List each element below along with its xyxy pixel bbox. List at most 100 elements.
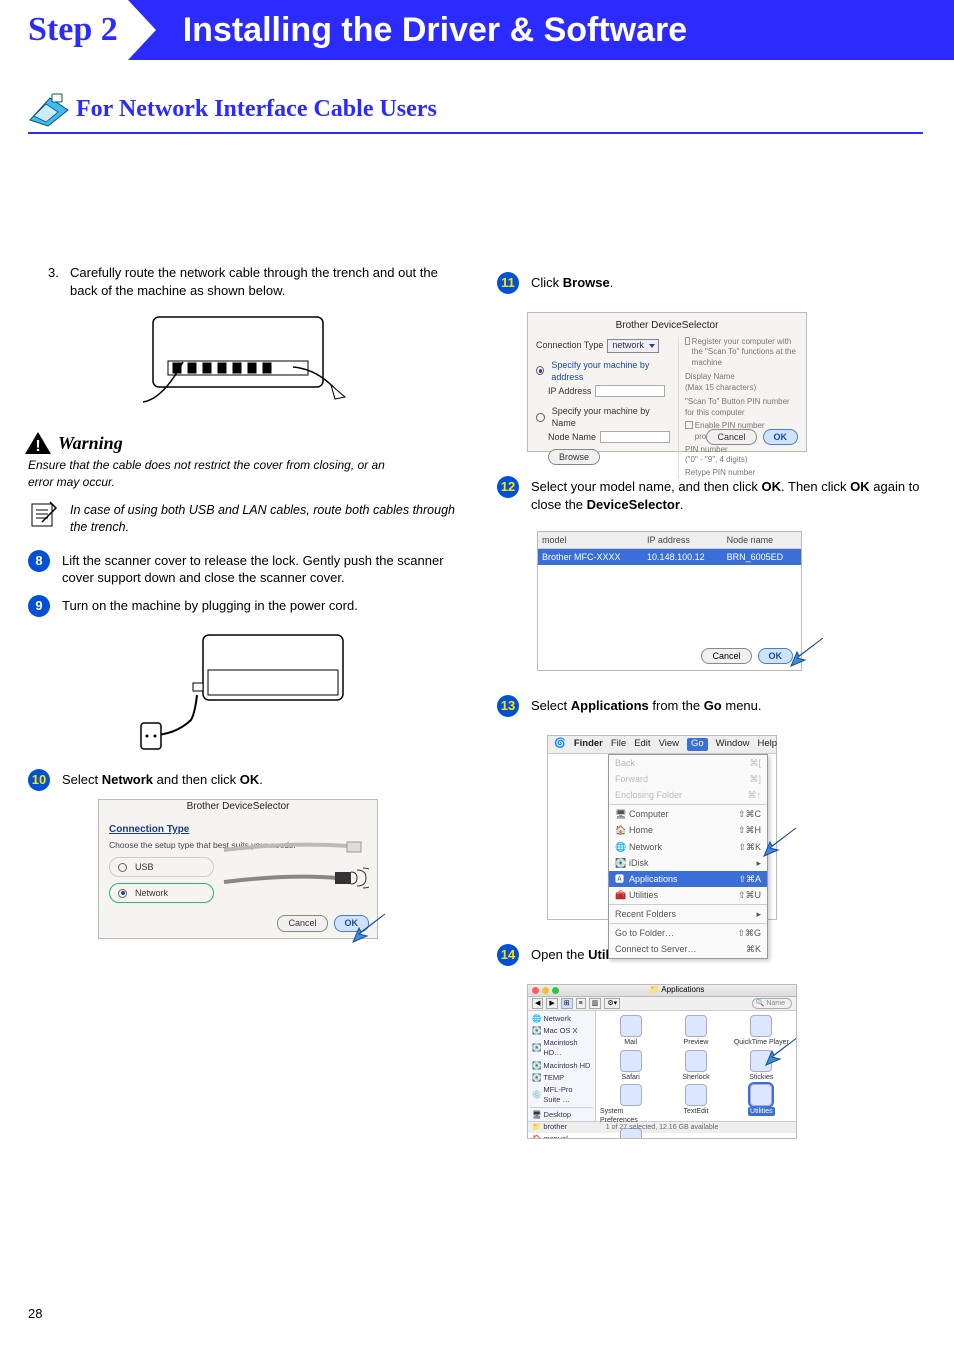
model-list-dialog: modelIP addressNode name Brother MFC-XXX… <box>537 531 802 671</box>
bullet-9: 9 <box>28 595 50 617</box>
step-tab: Step 2 <box>0 0 128 60</box>
menu-edit[interactable]: Edit <box>634 738 650 751</box>
right-column: 11 Click Browse. Brother DeviceSelector … <box>497 264 926 1143</box>
s10-p2: and then click <box>153 772 240 787</box>
apple-icon: 🌀 <box>554 738 566 751</box>
app-utilities[interactable]: Utilities <box>731 1084 792 1126</box>
ds-node-input[interactable] <box>600 431 670 443</box>
sb-desktop[interactable]: 🖥Desktop <box>530 1109 593 1121</box>
ml-h3: Node name <box>723 532 801 549</box>
numbered-step-3: 3. Carefully route the network cable thr… <box>28 264 457 299</box>
power-cord-illustration <box>133 625 353 755</box>
nav-fwd-icon[interactable]: ▶ <box>546 998 557 1009</box>
app-sysprefs[interactable]: System Preferences <box>600 1084 661 1126</box>
radio-icon[interactable] <box>536 413 545 422</box>
go-computer[interactable]: 🖥Computer⇧⌘C <box>609 806 767 822</box>
s11-p1: Click <box>531 275 563 290</box>
radio-checked-icon <box>118 889 127 898</box>
step-9-text: Turn on the machine by plugging in the p… <box>62 595 457 615</box>
step-number: 3. <box>48 264 70 299</box>
step-text: Carefully route the network cable throug… <box>70 264 457 299</box>
conn-title: Brother DeviceSelector <box>99 800 377 814</box>
ds-dispname: Display Name <box>685 372 798 383</box>
step-9: 9 Turn on the machine by plugging in the… <box>28 595 457 617</box>
app-mail[interactable]: Mail <box>600 1015 661 1047</box>
conn-cancel-button[interactable]: Cancel <box>277 915 327 931</box>
sb-network[interactable]: 🌐Network <box>530 1013 593 1025</box>
sb-temp[interactable]: 💽TEMP <box>530 1072 593 1084</box>
go-idisk[interactable]: 💽iDisk▸ <box>609 855 767 871</box>
go-gotofolder[interactable]: Go to Folder…⇧⌘G <box>609 925 767 941</box>
s11-b1: Browse <box>563 275 610 290</box>
ds-title: Brother DeviceSelector <box>536 319 798 333</box>
opt-net-label: Network <box>135 887 168 899</box>
close-icon[interactable] <box>532 987 539 994</box>
go-recent[interactable]: Recent Folders▸ <box>609 906 767 922</box>
app-sherlock[interactable]: Sherlock <box>665 1050 726 1082</box>
view-list-button[interactable]: ≡ <box>576 998 586 1009</box>
conn-opt-usb[interactable]: USB <box>109 857 214 877</box>
app-preview[interactable]: Preview <box>665 1015 726 1047</box>
ml-h1: model <box>538 532 643 549</box>
go-connect[interactable]: Connect to Server…⌘K <box>609 941 767 957</box>
ds-cancel-button[interactable]: Cancel <box>706 429 756 445</box>
sb-brother[interactable]: 📁brother <box>530 1121 593 1133</box>
ds-browse-button[interactable]: Browse <box>548 449 600 465</box>
note-row: In case of using both USB and LAN cables… <box>28 500 457 536</box>
sb-macosx[interactable]: 💽Mac OS X <box>530 1025 593 1037</box>
menu-view[interactable]: View <box>659 738 679 751</box>
go-applications[interactable]: 🅰Applications⇧⌘A <box>609 871 767 887</box>
app-textedit[interactable]: TextEdit <box>665 1084 726 1126</box>
model-row-selected[interactable]: Brother MFC-XXXX10.148.100.12BRN_6005ED <box>538 549 801 566</box>
search-input[interactable]: 🔍 Name <box>752 998 792 1009</box>
menu-window[interactable]: Window <box>716 738 750 751</box>
ml-cancel-button[interactable]: Cancel <box>701 648 751 664</box>
action-gear-icon[interactable]: ⚙▾ <box>604 998 620 1009</box>
ds-maxchars: (Max 15 characters) <box>685 383 798 394</box>
finder-window: 📁 Applications ◀ ▶ ⊞ ≡ ▥ ⚙▾ 🔍 Name 🌐Netw… <box>527 984 797 1139</box>
minimize-icon[interactable] <box>542 987 549 994</box>
s11-p2: . <box>610 275 614 290</box>
ds-ok-button[interactable]: OK <box>763 429 799 445</box>
s10-b1: Network <box>102 772 153 787</box>
ds-ip-input[interactable] <box>595 385 665 397</box>
ds-pin: PIN number <box>685 445 798 456</box>
menu-file[interactable]: File <box>611 738 626 751</box>
sb-hd2[interactable]: 💽Macintosh HD <box>530 1060 593 1072</box>
view-icon-button[interactable]: ⊞ <box>561 998 573 1009</box>
nav-back-icon[interactable]: ◀ <box>532 998 543 1009</box>
network-users-icon <box>28 90 70 128</box>
warning-icon: ! <box>24 431 52 455</box>
go-home[interactable]: 🏠Home⇧⌘H <box>609 822 767 838</box>
ds-retype: Retype PIN number <box>685 468 798 479</box>
radio-checked-icon[interactable] <box>536 366 544 375</box>
zoom-icon[interactable] <box>552 987 559 994</box>
model-table: modelIP addressNode name Brother MFC-XXX… <box>538 532 801 565</box>
sb-manual[interactable]: 🏠manual <box>530 1133 593 1139</box>
sb-mfl[interactable]: 💿MFL-Pro Suite … <box>530 1084 593 1106</box>
header-title: Installing the Driver & Software <box>128 0 687 60</box>
arrow-cue-icon <box>758 1035 797 1067</box>
page-number: 28 <box>28 1306 42 1321</box>
bullet-11: 11 <box>497 272 519 294</box>
conn-opt-network[interactable]: Network <box>109 883 214 903</box>
step-10-text: Select Network and then click OK. <box>62 769 457 789</box>
go-enclosing: Enclosing Folder⌘↑ <box>609 787 767 803</box>
go-dropdown: Back⌘[ Forward⌘] Enclosing Folder⌘↑ 🖥Com… <box>608 754 768 959</box>
view-col-button[interactable]: ▥ <box>589 998 602 1009</box>
step-12-text: Select your model name, and then click O… <box>531 476 926 513</box>
cable-routing-illustration <box>113 307 373 417</box>
go-network[interactable]: 🌐Network⇧⌘K <box>609 839 767 855</box>
menu-finder[interactable]: Finder <box>574 738 603 751</box>
go-menu-screenshot: 🌀 Finder File Edit View Go Window Help B… <box>547 735 777 920</box>
ds-conntype-select[interactable]: network <box>607 339 659 353</box>
menu-help[interactable]: Help <box>757 738 777 751</box>
app-safari[interactable]: Safari <box>600 1050 661 1082</box>
ds-by-address: Specify your machine by address <box>551 359 672 383</box>
go-utilities[interactable]: 🧰Utilities⇧⌘U <box>609 887 767 903</box>
ml-h2: IP address <box>643 532 723 549</box>
header-band: Step 2 Installing the Driver & Software <box>0 0 954 60</box>
sb-hd1[interactable]: 💽Macintosh HD… <box>530 1037 593 1059</box>
step-13: 13 Select Applications from the Go menu. <box>497 695 926 717</box>
menu-go[interactable]: Go <box>687 738 708 751</box>
